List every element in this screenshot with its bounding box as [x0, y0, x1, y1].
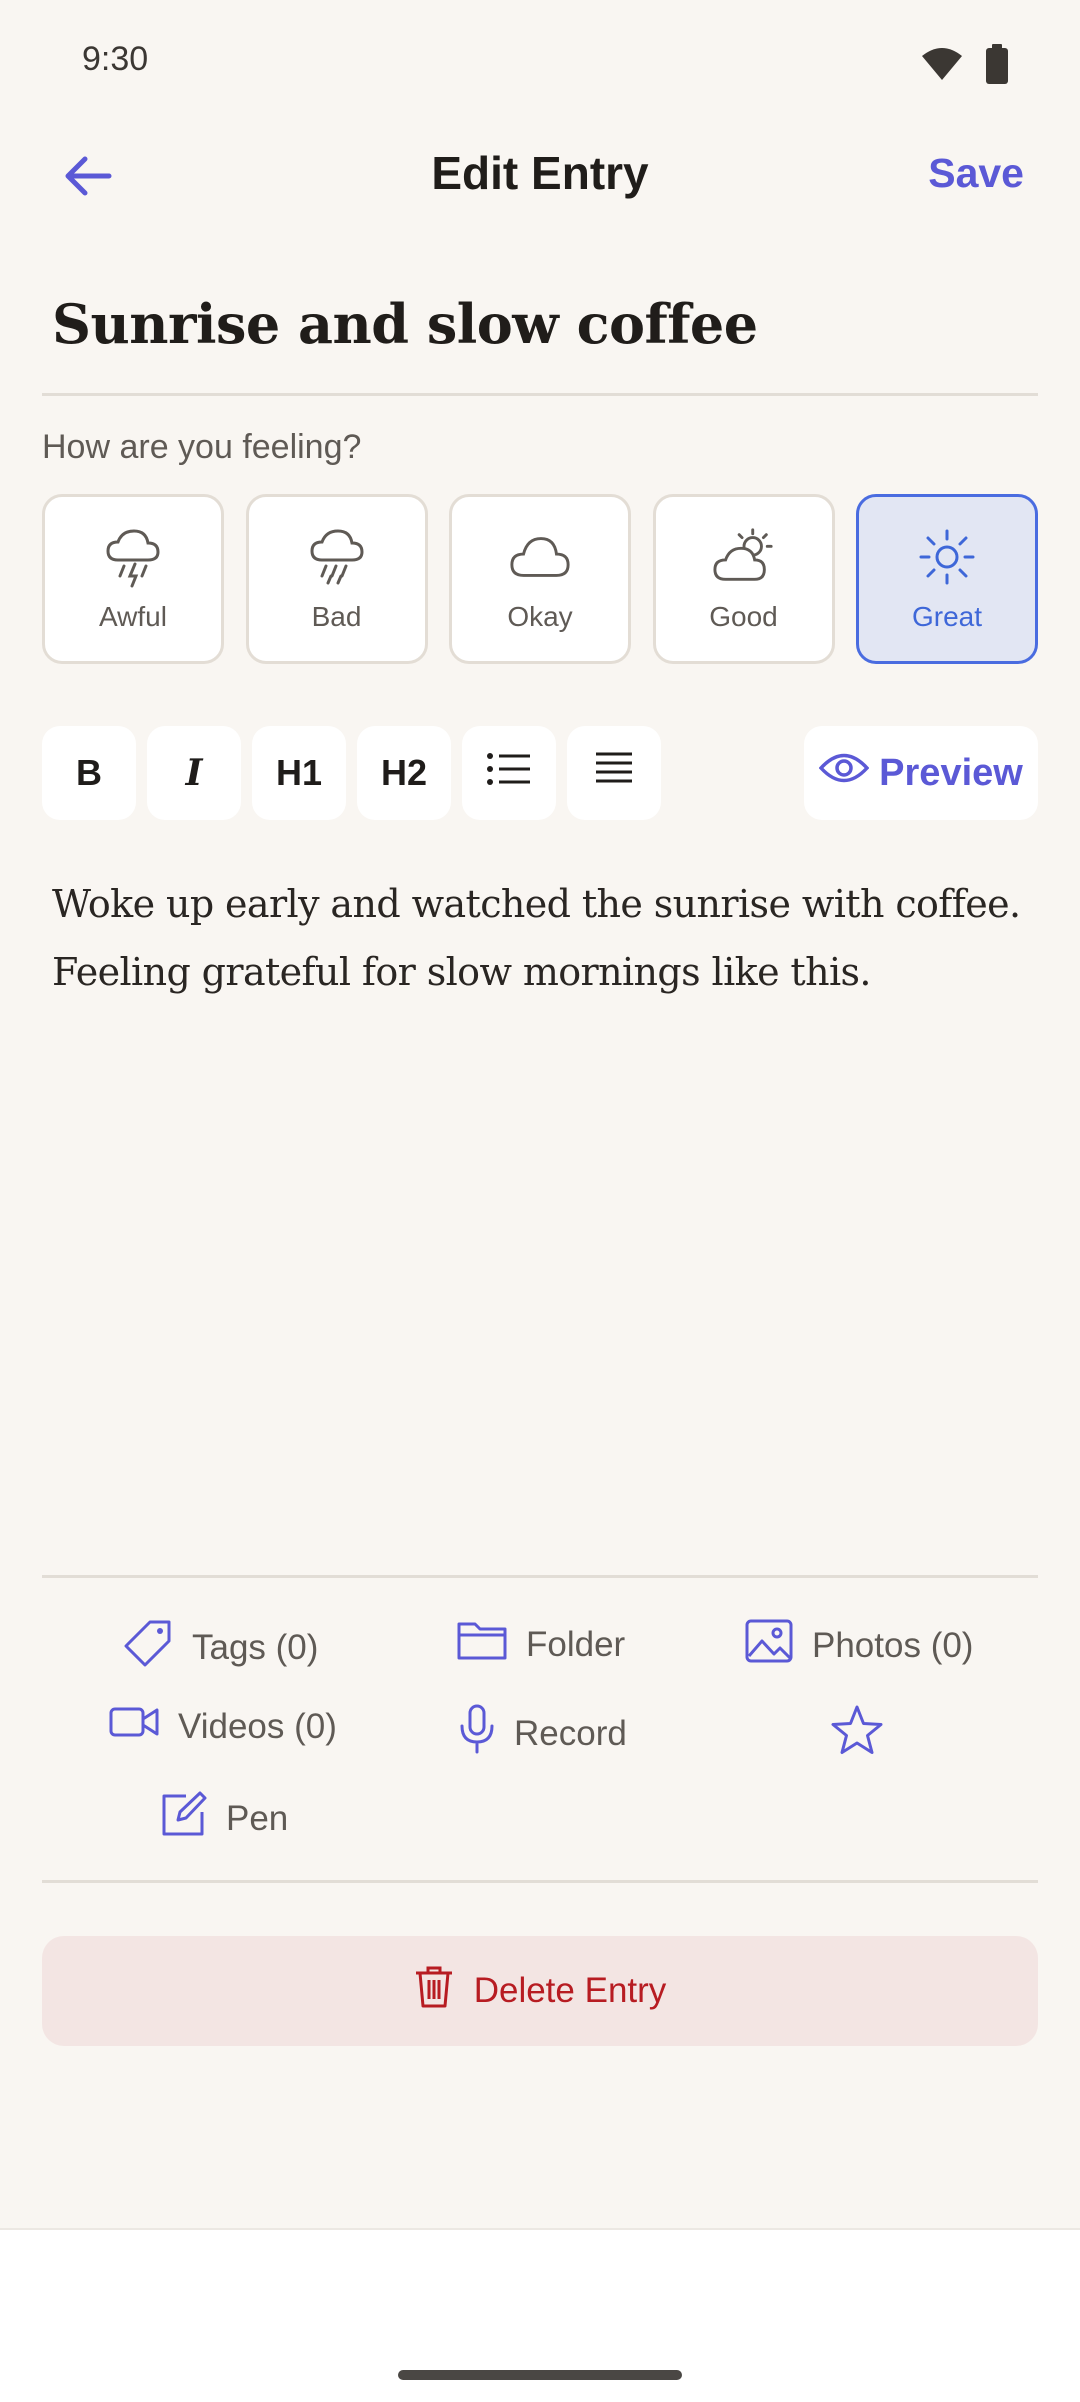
heading1-button[interactable]: H1: [252, 726, 346, 820]
home-indicator[interactable]: [398, 2370, 682, 2380]
body-line: Feeling grateful for slow mornings like …: [52, 950, 872, 994]
record-button[interactable]: Record: [458, 1704, 627, 1763]
mood-label: Awful: [99, 601, 167, 632]
rain-cloud-icon: [305, 525, 369, 589]
battery-icon: [986, 44, 1008, 89]
mood-picker: Awful Bad Okay Good Great: [42, 494, 1038, 664]
photos-label: Photos (0): [812, 1625, 974, 1665]
thunderstorm-icon: [101, 525, 165, 589]
preview-label: Preview: [879, 751, 1023, 794]
bold-button[interactable]: B: [42, 726, 136, 820]
system-nav-area: [0, 2228, 1080, 2402]
status-bar: 9:30: [0, 0, 1080, 126]
mood-option-good[interactable]: Good: [652, 494, 835, 664]
delete-divider: [42, 1880, 1038, 1883]
image-icon: [744, 1618, 794, 1673]
preview-button[interactable]: Preview: [804, 726, 1038, 820]
save-button[interactable]: Save: [928, 150, 1024, 197]
microphone-icon: [458, 1704, 496, 1763]
pen-label: Pen: [226, 1798, 289, 1838]
wifi-icon: [920, 46, 964, 87]
photos-button[interactable]: Photos (0): [744, 1618, 973, 1673]
formatting-toolbar: B I H1 H2 Preview: [42, 726, 1038, 820]
delete-entry-button[interactable]: Delete Entry: [42, 1936, 1038, 2046]
mood-label: Okay: [507, 601, 573, 632]
tags-label: Tags (0): [192, 1627, 319, 1667]
delete-label: Delete Entry: [473, 1971, 667, 2010]
status-time: 9:30: [82, 40, 149, 78]
mood-option-great[interactable]: Great: [856, 494, 1038, 664]
page-title: Edit Entry: [431, 147, 649, 199]
trash-icon: [414, 1965, 454, 2018]
folder-icon: [456, 1618, 508, 1671]
video-camera-icon: [108, 1704, 160, 1749]
entry-title-input[interactable]: Sunrise and slow coffee: [52, 292, 1012, 356]
mood-option-awful[interactable]: Awful: [42, 494, 224, 664]
mood-label: Good: [709, 601, 778, 632]
star-icon: [830, 1704, 884, 1765]
app-bar: Edit Entry Save: [0, 126, 1080, 230]
bullet-list-button[interactable]: [462, 726, 556, 820]
edit-icon: [160, 1790, 208, 1847]
tags-button[interactable]: Tags (0): [124, 1618, 318, 1677]
mood-option-bad[interactable]: Bad: [245, 494, 428, 664]
mood-question: How are you feeling?: [42, 428, 362, 466]
videos-button[interactable]: Videos (0): [108, 1704, 337, 1749]
sun-icon: [915, 525, 979, 589]
align-justify-icon: [594, 751, 634, 796]
status-icons: [920, 44, 1008, 89]
cloud-icon: [508, 525, 572, 589]
bullet-list-icon: [486, 751, 532, 796]
entry-body-editor[interactable]: Woke up early and watched the sunrise wi…: [52, 870, 1042, 1006]
mood-option-okay[interactable]: Okay: [449, 494, 631, 664]
body-line: Woke up early and watched the sunrise wi…: [52, 882, 1021, 926]
italic-button[interactable]: I: [147, 726, 241, 820]
mood-label: Great: [911, 601, 983, 632]
pen-button[interactable]: Pen: [160, 1790, 288, 1847]
folder-label: Folder: [526, 1624, 626, 1664]
partly-sunny-icon: [712, 525, 776, 589]
favorite-button[interactable]: [830, 1704, 884, 1765]
heading2-button[interactable]: H2: [357, 726, 451, 820]
record-label: Record: [514, 1713, 627, 1753]
eye-icon: [818, 751, 870, 795]
folder-button[interactable]: Folder: [456, 1618, 625, 1671]
attachments-divider: [42, 1575, 1038, 1578]
tag-icon: [124, 1618, 174, 1677]
align-button[interactable]: [567, 726, 661, 820]
mood-label: Bad: [311, 601, 362, 632]
videos-label: Videos (0): [178, 1706, 337, 1746]
title-divider: [42, 393, 1038, 396]
